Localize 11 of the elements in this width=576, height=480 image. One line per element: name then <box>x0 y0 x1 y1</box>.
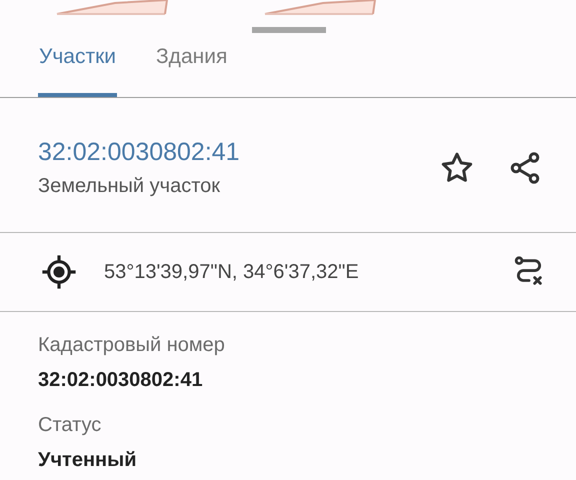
field-label: Кадастровый номер <box>38 334 226 357</box>
tab[interactable]: Участки <box>38 39 117 97</box>
parcel-number: 32:02:0030802:41 <box>38 138 241 167</box>
drag-handle[interactable] <box>252 27 326 33</box>
field-value: 32:02:0030802:41 <box>38 369 204 392</box>
field-label: Статус <box>38 414 102 437</box>
parcel-type: Земельный участок <box>38 175 222 198</box>
coordinates: 53°13'39,97"N, 34°6'37,32"E <box>104 260 360 284</box>
tab[interactable]: Здания <box>155 39 228 97</box>
field-value: Учтенный <box>38 449 138 472</box>
location-target-icon[interactable] <box>40 253 78 291</box>
